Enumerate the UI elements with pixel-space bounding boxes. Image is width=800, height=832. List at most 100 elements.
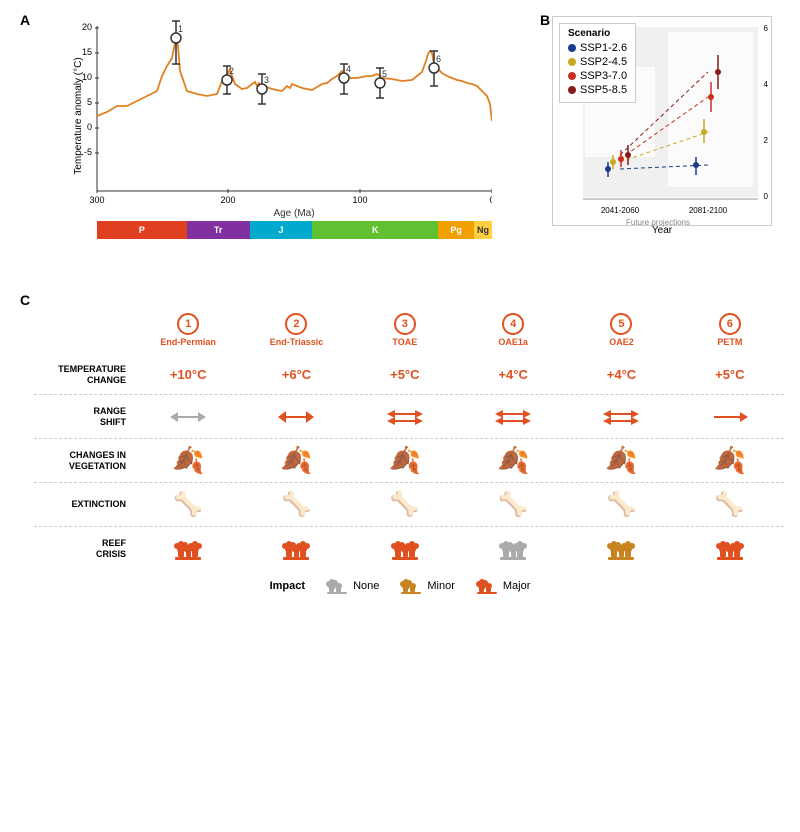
svg-text:100: 100 [352, 195, 367, 205]
reef-6 [676, 535, 784, 563]
ssp2-dot [568, 58, 576, 66]
period-j: J [250, 221, 313, 239]
minor-swatch: Minor [399, 575, 455, 597]
svg-text:0: 0 [87, 122, 92, 132]
reef-4 [459, 535, 567, 563]
event-3-header: 3 TOAE [351, 296, 459, 351]
legend-ssp3: SSP3-7.0 [568, 70, 627, 82]
svg-text:20: 20 [82, 22, 92, 32]
y-axis-label-a: Temperature anomaly (°C) [73, 57, 84, 174]
ext-3: 🦴 [351, 490, 459, 519]
temp-3: +5°C [351, 367, 459, 382]
event-2-header: 2 End-Triassic [242, 296, 350, 351]
ext-1: 🦴 [134, 490, 242, 519]
period-k: K [312, 221, 438, 239]
panel-a-label: A [20, 12, 30, 28]
main-container: A Temperature anomaly (°C) 20 1 5 1 0 [0, 0, 800, 832]
event-1-name: End-Permian [160, 337, 216, 347]
scenario-legend: Scenario SSP1-2.6 SSP2-4.5 SSP3-7.0 [559, 23, 636, 103]
range-2 [242, 407, 350, 427]
svg-text:3: 3 [264, 75, 269, 85]
extinction-label: EXTINCTION [34, 499, 134, 510]
svg-text:6: 6 [764, 24, 769, 33]
ssp1-dot [568, 44, 576, 52]
veg-row: CHANGES INVEGETATION 🍂 🍂 🍂 🍂 🍂 🍂 [34, 439, 784, 483]
temp-4: +4°C [459, 367, 567, 382]
range-arrow-1 [170, 407, 206, 427]
minor-icon [399, 575, 423, 597]
scenario-title: Scenario [568, 28, 627, 39]
impact-legend: Impact None [16, 571, 784, 601]
event-6-header: 6 PETM [676, 296, 784, 351]
ssp3-dot [568, 72, 576, 80]
legend-ssp5: SSP5-8.5 [568, 84, 627, 96]
period-p: P [97, 221, 187, 239]
temp-2: +6°C [242, 367, 350, 382]
veg-3: 🍂 [351, 445, 459, 476]
svg-text:-5: -5 [84, 147, 92, 157]
ext-6: 🦴 [676, 490, 784, 519]
ssp2-label: SSP2-4.5 [580, 56, 627, 68]
reef-1 [134, 535, 242, 563]
event-6-name: PETM [717, 337, 742, 347]
event-3-number: 3 [394, 313, 416, 335]
period-tr: Tr [187, 221, 250, 239]
reef-icon-1 [173, 535, 203, 563]
panel-c-label: C [20, 292, 30, 308]
svg-text:6: 6 [436, 54, 441, 64]
ssp3-label: SSP3-7.0 [580, 70, 627, 82]
temp-1: +10°C [134, 367, 242, 382]
range-5 [567, 407, 675, 427]
period-ng: Ng [474, 221, 492, 239]
panel-b-label: B [540, 12, 550, 28]
range-label: RANGESHIFT [34, 406, 134, 428]
range-row: RANGESHIFT [34, 395, 784, 439]
ssp5-label: SSP5-8.5 [580, 84, 627, 96]
legend-ssp1: SSP1-2.6 [568, 42, 627, 54]
temp-5: +4°C [567, 367, 675, 382]
event-4-name: OAE1a [498, 337, 528, 347]
minor-label: Minor [427, 580, 455, 592]
impact-grid: 1 End-Permian 2 End-Triassic 3 TOAE 4 OA… [34, 296, 784, 571]
reef-icon-2 [281, 535, 311, 563]
svg-text:300: 300 [89, 195, 104, 205]
major-icon [475, 575, 499, 597]
event-4-number: 4 [502, 313, 524, 335]
range-3 [351, 407, 459, 427]
svg-text:5: 5 [87, 97, 92, 107]
major-label: Major [503, 580, 531, 592]
svg-text:1: 1 [178, 24, 183, 34]
extinction-row: EXTINCTION 🦴 🦴 🦴 🦴 🦴 🦴 [34, 483, 784, 527]
veg-2: 🍂 [242, 445, 350, 476]
panel-c: C 1 End-Permian 2 End-Triassic 3 [12, 288, 788, 824]
svg-text:2041-2060: 2041-2060 [601, 206, 640, 215]
ext-2: 🦴 [242, 490, 350, 519]
range-arrow-6 [712, 407, 748, 427]
veg-6: 🍂 [676, 445, 784, 476]
event-1-header: 1 End-Permian [134, 296, 242, 351]
svg-text:4: 4 [346, 64, 351, 74]
svg-text:2081-2100: 2081-2100 [689, 206, 728, 215]
none-label: None [353, 580, 379, 592]
reef-icon-4 [498, 535, 528, 563]
event-5-header: 5 OAE2 [567, 296, 675, 351]
veg-4: 🍂 [459, 445, 567, 476]
range-arrow-5 [603, 407, 639, 427]
event-2-name: End-Triassic [270, 337, 324, 347]
geo-period-bar: P Tr J K Pg Ng [97, 221, 492, 239]
none-icon [325, 575, 349, 597]
temp-label: TEMPERATURECHANGE [34, 364, 134, 386]
svg-text:2: 2 [764, 136, 769, 145]
range-6 [676, 407, 784, 427]
reef-icon-3 [390, 535, 420, 563]
reef-icon-6 [715, 535, 745, 563]
event-2-number: 2 [285, 313, 307, 335]
reef-3 [351, 535, 459, 563]
major-swatch: Major [475, 575, 531, 597]
veg-label: CHANGES INVEGETATION [34, 450, 134, 472]
temp-row: TEMPERATURECHANGE +10°C +6°C +5°C +4°C +… [34, 355, 784, 395]
svg-text:200: 200 [220, 195, 235, 205]
ssp5-dot [568, 86, 576, 94]
ext-5: 🦴 [567, 490, 675, 519]
event-1-number: 1 [177, 313, 199, 335]
